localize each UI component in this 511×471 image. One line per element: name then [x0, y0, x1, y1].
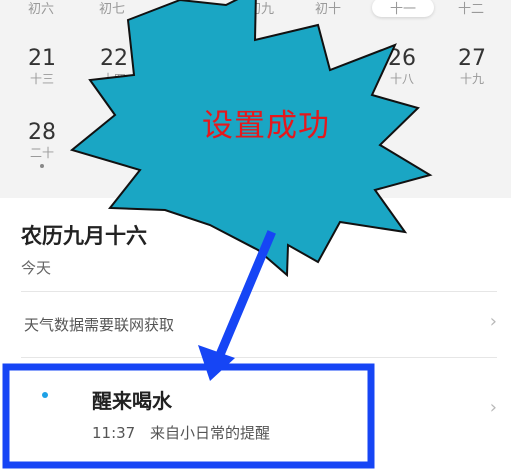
arrow-head [198, 345, 235, 381]
highlight-box [2, 363, 375, 469]
annotation-text: 设置成功 [202, 108, 330, 144]
annotation-overlay [2, 0, 433, 469]
arrow-shaft [216, 230, 276, 356]
